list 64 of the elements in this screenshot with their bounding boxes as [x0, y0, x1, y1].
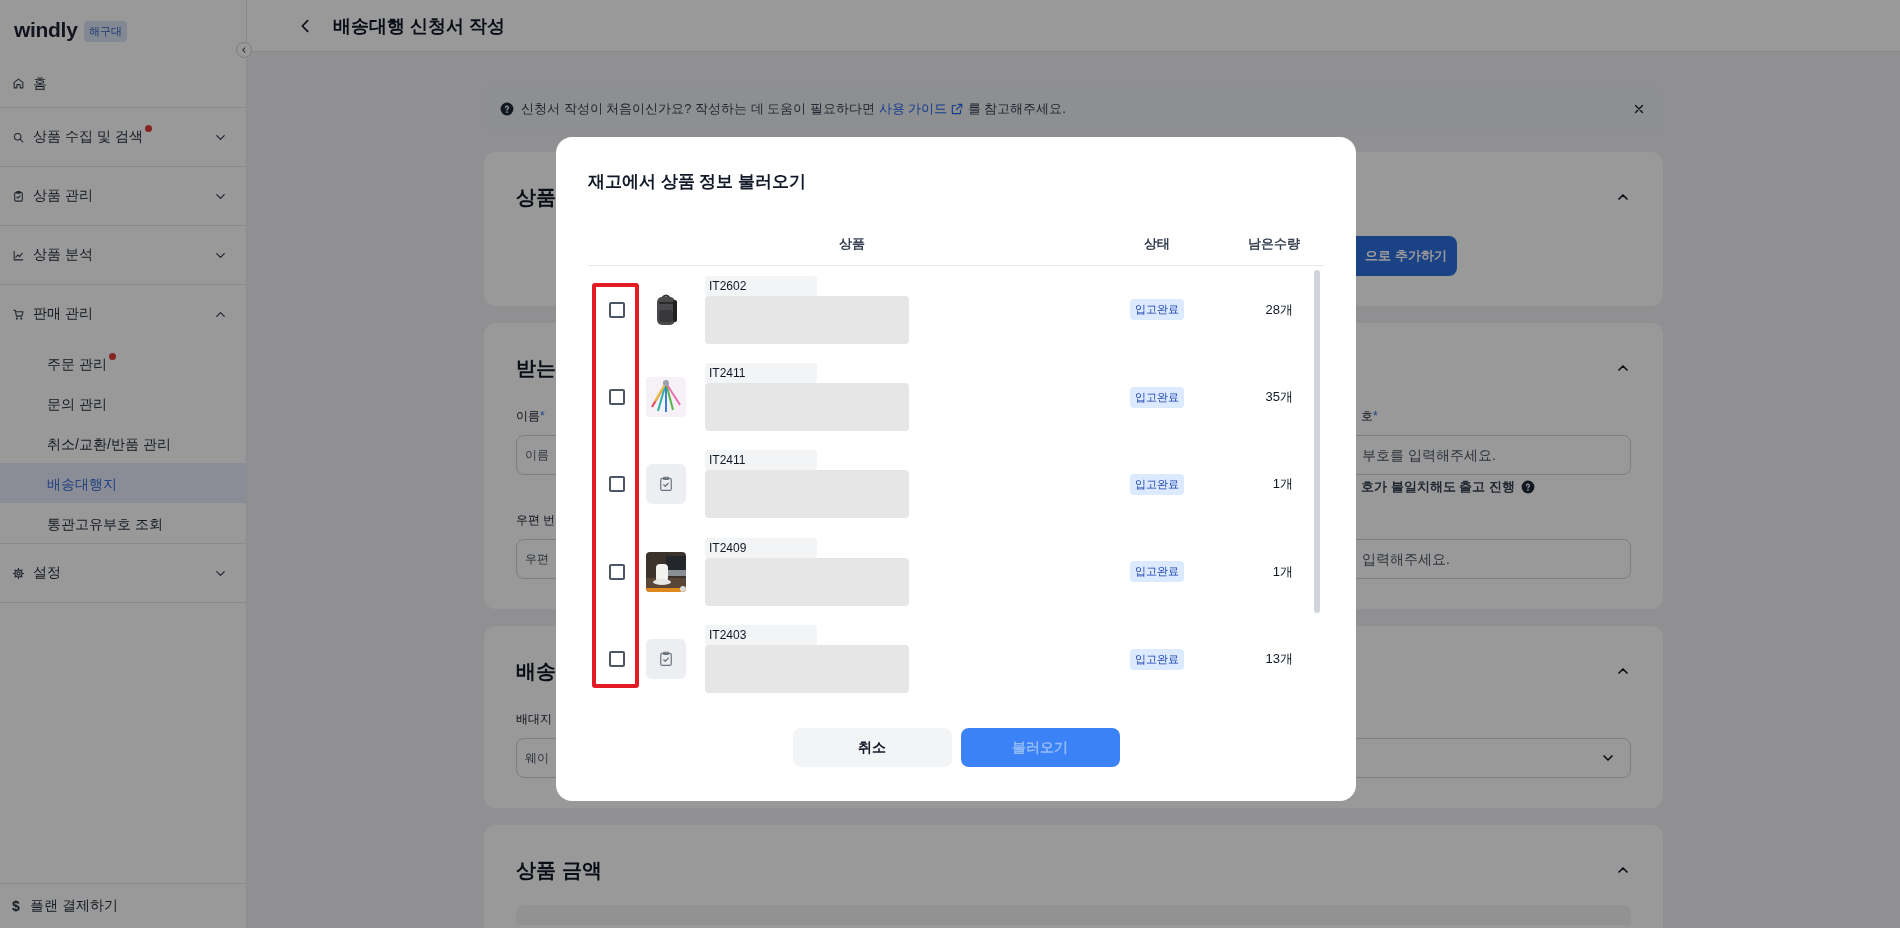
section-title: 상품 — [516, 184, 556, 210]
scrollbar-thumb[interactable] — [1314, 270, 1320, 613]
sidebar-item[interactable]: 상품 분석 — [0, 226, 246, 284]
section-title: 상품 금액 — [516, 857, 602, 883]
search-icon — [12, 130, 25, 144]
row-checkbox[interactable] — [609, 301, 625, 318]
field-label: 배대지 — [516, 711, 552, 728]
sidebar-item[interactable]: 상품 관리 — [0, 167, 246, 225]
sidebar-item[interactable]: 홈 — [0, 60, 246, 107]
close-icon[interactable] — [1633, 103, 1645, 115]
section-title: 배송 — [516, 658, 556, 684]
home-icon — [12, 77, 25, 90]
status-badge: 입고완료 — [1130, 386, 1184, 408]
field-label: 이름* — [516, 408, 545, 425]
row-checkbox[interactable] — [609, 389, 625, 406]
sidebar-subitem[interactable]: 취소/교환/반품 관리 — [0, 423, 246, 463]
product-code: IT2411 — [705, 363, 817, 384]
product-code: IT2602 — [705, 275, 817, 296]
clipboard-check-icon — [657, 650, 675, 669]
status-badge: 입고완료 — [1130, 473, 1184, 495]
cancel-button[interactable]: 취소 — [792, 728, 952, 767]
product-code: IT2411 — [705, 450, 817, 471]
help-icon — [500, 102, 514, 116]
field-label: 우편 번 — [516, 512, 556, 529]
column-header: 상태 — [1144, 234, 1170, 253]
plan-badge: 해구대 — [83, 21, 127, 42]
clipboard-check-icon — [12, 189, 25, 203]
sidebar-subitem[interactable]: 통관고유부호 조회 — [0, 503, 246, 543]
guide-link[interactable]: 사용 가이드 — [878, 100, 965, 118]
modal-title: 재고에서 상품 정보 불러오기 — [588, 171, 807, 193]
option-label: 호가 불일치해도 출고 진행 — [1361, 478, 1515, 496]
column-header: 남은수량 — [1247, 234, 1300, 253]
dollar-icon: $ — [12, 898, 20, 914]
quantity: 1개 — [1272, 475, 1293, 494]
plan-payment-item[interactable]: $ 플랜 결제하기 — [0, 883, 246, 928]
product-code: IT2403 — [705, 625, 817, 646]
sidebar-item[interactable]: 판매 관리 — [0, 285, 246, 343]
column-header: 상품 — [838, 234, 865, 253]
settings-icon — [12, 566, 25, 580]
help-icon[interactable] — [1520, 480, 1535, 494]
row-checkbox[interactable] — [609, 476, 625, 493]
clipboard-check-icon — [657, 475, 675, 494]
logo: windly — [14, 18, 78, 42]
status-badge: 입고완료 — [1130, 561, 1184, 583]
status-badge: 입고완료 — [1130, 648, 1184, 670]
section-title: 받는 — [516, 355, 556, 381]
row-checkbox[interactable] — [609, 563, 625, 580]
field-label: 호* — [1361, 408, 1378, 425]
sidebar-item[interactable]: 설정 — [0, 544, 246, 602]
product-code: IT2409 — [705, 537, 817, 558]
quantity: 1개 — [1272, 562, 1293, 581]
cart-icon — [12, 307, 25, 321]
banner-message: 신청서 작성이 처음이신가요? 작성하는 데 도움이 필요하다면 사용 가이드 를 참고해주세요. — [521, 100, 1066, 118]
quantity: 28개 — [1265, 300, 1293, 319]
sidebar-subitem[interactable]: 주문 관리 — [0, 343, 246, 383]
row-checkbox[interactable] — [609, 651, 625, 668]
quantity: 13개 — [1265, 650, 1293, 669]
page-title: 배송대행 신청서 작성 — [333, 14, 505, 38]
sidebar-subitem[interactable]: 문의 관리 — [0, 383, 246, 423]
sidebar-item[interactable]: 상품 수집 및 검색 — [0, 108, 246, 166]
status-badge: 입고완료 — [1130, 299, 1184, 321]
quantity: 35개 — [1265, 388, 1293, 407]
line-chart-icon — [12, 248, 25, 262]
external-link-icon — [950, 102, 965, 116]
